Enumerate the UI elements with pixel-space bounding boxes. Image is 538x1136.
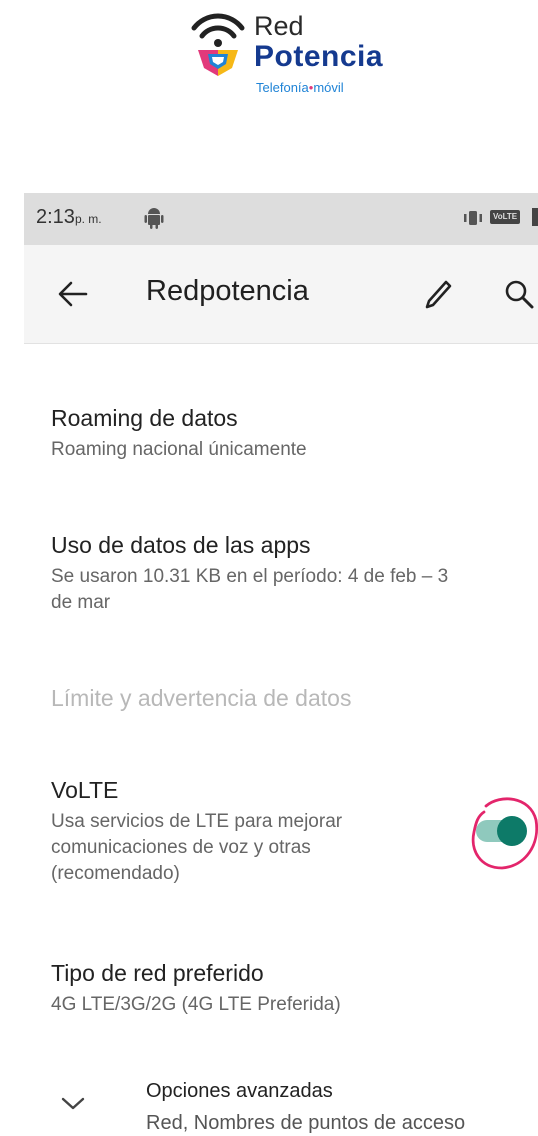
volte-summary-line1: Usa servicios de LTE para mejorar (51, 811, 343, 832)
search-icon[interactable] (504, 279, 534, 309)
advanced-options-summary: Red, Nombres de puntos de acceso (146, 1112, 466, 1134)
pencil-icon[interactable] (424, 279, 452, 309)
volte-summary: Usa servicios de LTE para mejorar comuni… (51, 809, 451, 887)
data-limit-title: Límite y advertencia de datos (51, 685, 352, 711)
advanced-options-setting[interactable]: Opciones avanzadas Red, Nombres de punto… (146, 1078, 465, 1136)
roaming-title: Roaming de datos (51, 405, 238, 431)
preferred-network-title: Tipo de red preferido (51, 960, 264, 986)
page-title: Redpotencia (146, 275, 309, 307)
volte-status-badge: VoLTE (490, 210, 521, 224)
volte-setting[interactable]: VoLTE Usa servicios de LTE para mejorar … (51, 775, 451, 887)
time-ampm: p. m. (74, 212, 102, 226)
app-data-usage-setting[interactable]: Uso de datos de las apps Se usaron 10.31… (51, 530, 538, 616)
wifi-shield-logo-icon (191, 13, 245, 76)
android-icon (144, 208, 164, 229)
data-limit-setting: Límite y advertencia de datos (51, 683, 538, 713)
tagline-telefonia: Telefonía (256, 80, 309, 95)
logo-text-red: Red (254, 11, 304, 41)
volte-toggle-switch[interactable] (464, 792, 538, 872)
roaming-setting[interactable]: Roaming de datos Roaming nacional únicam… (51, 403, 538, 463)
app-data-usage-summary: Se usaron 10.31 KB en el período: 4 de f… (51, 564, 538, 616)
logo-tagline: Telefonía•móvil (256, 80, 344, 96)
preferred-network-summary: 4G LTE/3G/2G (4G LTE Preferida) (51, 994, 341, 1015)
time-value: 2:13 (36, 206, 75, 228)
volte-summary-line2: comunicaciones de voz y otras (51, 837, 311, 858)
preferred-network-setting[interactable]: Tipo de red preferido 4G LTE/3G/2G (4G L… (51, 958, 538, 1018)
status-time: 2:13p. m. (36, 206, 102, 229)
battery-icon (532, 208, 538, 226)
app-data-usage-summary-line1: Se usaron 10.31 KB en el período: 4 de f… (51, 566, 449, 587)
status-bar: 2:13p. m. VoLTE (24, 193, 538, 245)
volte-title: VoLTE (51, 777, 119, 803)
advanced-options-title: Opciones avanzadas (146, 1080, 333, 1102)
app-data-usage-title: Uso de datos de las apps (51, 532, 311, 558)
volte-summary-line3: (recomendado) (51, 863, 180, 884)
back-arrow-icon[interactable] (58, 281, 88, 307)
vibrate-icon (464, 211, 482, 225)
logo-text-potencia: Potencia (254, 40, 384, 73)
app-data-usage-summary-line2: de mar (51, 592, 111, 613)
chevron-down-icon[interactable] (60, 1096, 86, 1112)
red-potencia-logo: Red Potencia Telefonía•móvil (190, 8, 420, 98)
app-bar: Redpotencia (24, 245, 538, 344)
roaming-summary: Roaming nacional únicamente (51, 439, 307, 460)
tagline-movil: móvil (313, 80, 344, 95)
